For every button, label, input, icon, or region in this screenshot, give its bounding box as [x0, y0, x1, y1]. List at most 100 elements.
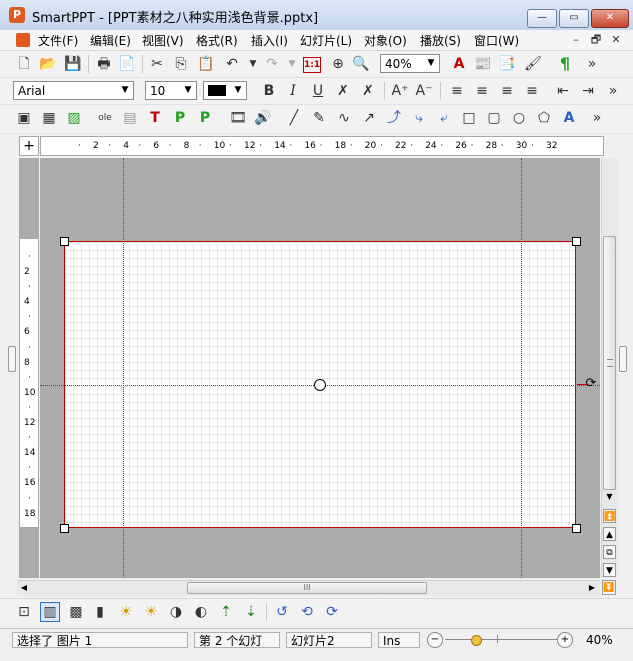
table-icon[interactable]: ▦: [39, 108, 59, 128]
horizontal-scroll-thumb[interactable]: III: [187, 582, 427, 594]
arrow-icon[interactable]: ↗: [359, 108, 379, 128]
vertical-scroll-thumb[interactable]: [603, 236, 616, 490]
chevron-down-icon[interactable]: ▼: [180, 82, 196, 99]
contrast-down-icon[interactable]: ◐: [191, 602, 211, 622]
zoom-out-icon[interactable]: −: [427, 632, 443, 648]
previous-slide-icon[interactable]: ▲: [603, 527, 616, 541]
calendar-icon[interactable]: 📰: [473, 54, 493, 74]
ellipse-icon[interactable]: ○: [509, 108, 529, 128]
chevron-down-icon[interactable]: ▼: [230, 82, 246, 99]
indent-icon[interactable]: ⇥: [578, 81, 598, 101]
first-slide-icon[interactable]: ⏫: [603, 509, 616, 523]
chevron-down-icon[interactable]: ▼: [117, 82, 133, 99]
undo-icon[interactable]: ↶: [222, 54, 242, 74]
zoom-in-icon[interactable]: +: [557, 632, 573, 648]
curve-icon[interactable]: ∿: [334, 108, 354, 128]
center-point-icon[interactable]: [314, 379, 326, 391]
transparency-down-icon[interactable]: ⇣: [241, 602, 261, 622]
transparency-up-icon[interactable]: ⇡: [216, 602, 236, 622]
close-button[interactable]: ✕: [591, 9, 629, 28]
align-center-icon[interactable]: ≡: [472, 81, 492, 101]
align-left-icon[interactable]: ≡: [447, 81, 467, 101]
vertical-guide[interactable]: [123, 241, 124, 528]
clear-format-icon[interactable]: ✗: [358, 81, 378, 101]
right-panel-splitter[interactable]: [619, 346, 627, 372]
rectangle-icon[interactable]: □: [459, 108, 479, 128]
left-panel-splitter[interactable]: [8, 346, 16, 372]
bold-icon[interactable]: B: [259, 81, 279, 101]
toolbar-overflow[interactable]: »: [587, 108, 607, 128]
crop-picture-icon[interactable]: ⊡: [14, 602, 34, 622]
slide-list-icon[interactable]: ⧉: [603, 545, 616, 559]
reset-picture-icon[interactable]: ⟲: [297, 602, 317, 622]
horizontal-scrollbar[interactable]: ◀ III ▶: [17, 580, 600, 596]
curved-connector-icon[interactable]: ⤶: [434, 108, 454, 128]
shrink-font-icon[interactable]: A⁻: [414, 81, 434, 101]
menu-play[interactable]: 播放(S): [420, 32, 461, 49]
menu-file[interactable]: 文件(F): [38, 32, 78, 49]
contrast-up-icon[interactable]: ◑: [166, 602, 186, 622]
connector-icon[interactable]: ⤴: [384, 108, 404, 128]
brightness-up-icon[interactable]: ☀: [116, 602, 136, 622]
page-number-icon[interactable]: P: [195, 108, 215, 128]
outdent-icon[interactable]: ⇤: [553, 81, 573, 101]
strikethrough-icon[interactable]: ✗: [333, 81, 353, 101]
video-icon[interactable]: 🎞: [228, 108, 248, 128]
text-color-icon[interactable]: A: [449, 54, 469, 74]
rounded-rectangle-icon[interactable]: ▢: [484, 108, 504, 128]
cut-icon[interactable]: ✂: [147, 54, 167, 74]
grayscale-icon[interactable]: ▩: [66, 602, 86, 622]
font-size-combo[interactable]: 10 ▼: [145, 81, 197, 100]
black-white-icon[interactable]: ▮: [90, 602, 110, 622]
text-box-icon[interactable]: T: [145, 108, 165, 128]
zoom-slider-thumb[interactable]: [471, 635, 483, 646]
select-frame-icon[interactable]: ▣: [14, 108, 34, 128]
vertical-scrollbar[interactable]: ▼ ⏫ ▲ ⧉ ▼: [601, 158, 618, 578]
vertical-ruler[interactable]: 2 · 4 · 6 · 8 · 10 · 12 · 14 · 16 · 18 ·: [19, 238, 39, 528]
zoom-slider[interactable]: [445, 635, 557, 646]
underline-icon[interactable]: U: [308, 81, 328, 101]
undo-dropdown-icon[interactable]: ▼: [243, 54, 263, 74]
last-slide-icon[interactable]: ⏬: [602, 580, 616, 595]
new-file-icon[interactable]: 🗋: [14, 54, 34, 74]
font-name-combo[interactable]: Arial ▼: [13, 81, 134, 100]
minimize-button[interactable]: —: [527, 9, 557, 28]
resize-handle-bottom-left[interactable]: [60, 524, 69, 533]
mdi-restore-button[interactable]: 🗗: [588, 32, 604, 47]
next-slide-icon[interactable]: ▼: [603, 563, 616, 577]
justify-icon[interactable]: ≡: [522, 81, 542, 101]
properties-icon[interactable]: 📑: [497, 54, 517, 74]
menu-edit[interactable]: 编辑(E): [90, 32, 131, 49]
doc-icon[interactable]: [16, 33, 30, 47]
copy-icon[interactable]: ⎘: [171, 54, 191, 74]
menu-object[interactable]: 对象(O): [364, 32, 407, 49]
horizontal-ruler[interactable]: 2 · 4 · 6 · 8 · 10 · 12 · 14 · 16 · 18 · 20 · 22 · 24 · 26 · 28 · 30…: [40, 136, 604, 156]
menu-format[interactable]: 格式(R): [196, 32, 238, 49]
brightness-down-icon[interactable]: ☀: [141, 602, 161, 622]
color-mode-icon[interactable]: ▥: [40, 602, 60, 622]
scroll-down-arrow-icon[interactable]: ▼: [603, 491, 616, 503]
open-folder-icon[interactable]: 📂: [38, 54, 58, 74]
paste-icon[interactable]: 📋: [196, 54, 216, 74]
actual-size-icon[interactable]: 1:1: [303, 57, 321, 73]
print-icon[interactable]: 🖶: [94, 54, 114, 74]
mdi-minimize-button[interactable]: –: [568, 32, 584, 47]
menu-view[interactable]: 视图(V): [142, 32, 184, 49]
redo-icon[interactable]: ↷: [262, 54, 282, 74]
fill-color-combo[interactable]: ▼: [203, 81, 247, 100]
ole-object-icon[interactable]: ole: [95, 108, 115, 128]
maximize-button[interactable]: ▭: [559, 9, 589, 28]
resize-handle-bottom-right[interactable]: [572, 524, 581, 533]
refresh-picture-icon[interactable]: ⟳: [322, 602, 342, 622]
align-right-icon[interactable]: ≡: [497, 81, 517, 101]
save-icon[interactable]: 💾: [63, 54, 83, 74]
mdi-close-button[interactable]: ✕: [608, 32, 624, 47]
chevron-down-icon[interactable]: ▼: [423, 55, 439, 72]
vertical-guide[interactable]: [521, 241, 522, 528]
shapes-icon[interactable]: ⬠: [534, 108, 554, 128]
grow-font-icon[interactable]: A⁺: [390, 81, 410, 101]
ruler-origin-button[interactable]: +: [19, 136, 39, 156]
placeholder-icon[interactable]: P: [170, 108, 190, 128]
resize-handle-top-right[interactable]: [572, 237, 581, 246]
toolbar-overflow[interactable]: »: [582, 54, 602, 74]
